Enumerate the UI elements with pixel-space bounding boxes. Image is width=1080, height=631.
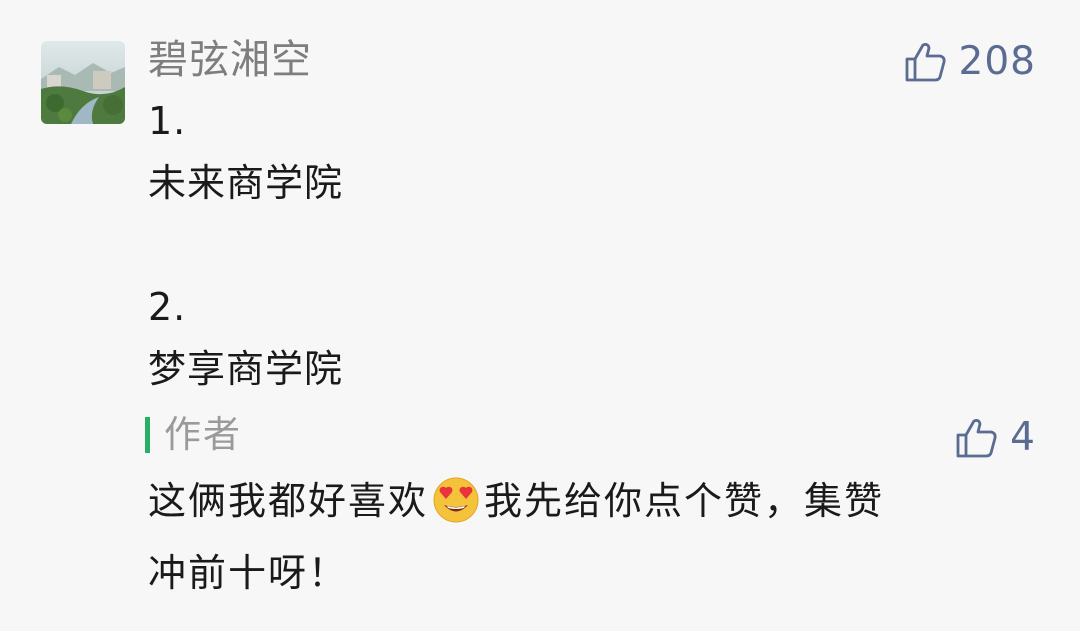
thumbs-up-icon (956, 419, 997, 458)
comment-line: 梦享商学院 (148, 347, 344, 391)
comment-line: 未来商学院 (148, 161, 344, 205)
reply-like-button[interactable]: 4 (954, 412, 1036, 464)
reply-text-part: 这俩我都好喜欢 (148, 479, 429, 523)
comment-text: 1. 未来商学院 2. 梦享商学院 (148, 96, 1008, 406)
thumbs-up-icon (905, 43, 946, 82)
comment-username[interactable]: 碧弦湘空 (148, 33, 312, 87)
reply-text-part: 冲前十呀！ (148, 551, 349, 595)
author-reply-header: 作者 (145, 410, 242, 460)
reply-like-count: 4 (1010, 415, 1036, 460)
landscape-avatar-image (41, 41, 125, 124)
comment-line: 1. (148, 99, 187, 143)
author-indicator-bar (145, 417, 150, 453)
comment-like-count: 208 (958, 39, 1036, 84)
author-label: 作者 (164, 413, 242, 456)
comment-like-button[interactable]: 208 (903, 36, 1036, 88)
comment-line: 2. (148, 285, 187, 329)
avatar[interactable] (41, 41, 125, 124)
comment-blank-line (148, 220, 1008, 270)
author-reply-text: 这俩我都好喜欢 我先给你点个赞，集赞 冲前十呀！ (148, 470, 1028, 604)
heart-eyes-emoji-icon (432, 476, 480, 542)
reply-text-part: 我先给你点个赞，集赞 (484, 479, 885, 523)
